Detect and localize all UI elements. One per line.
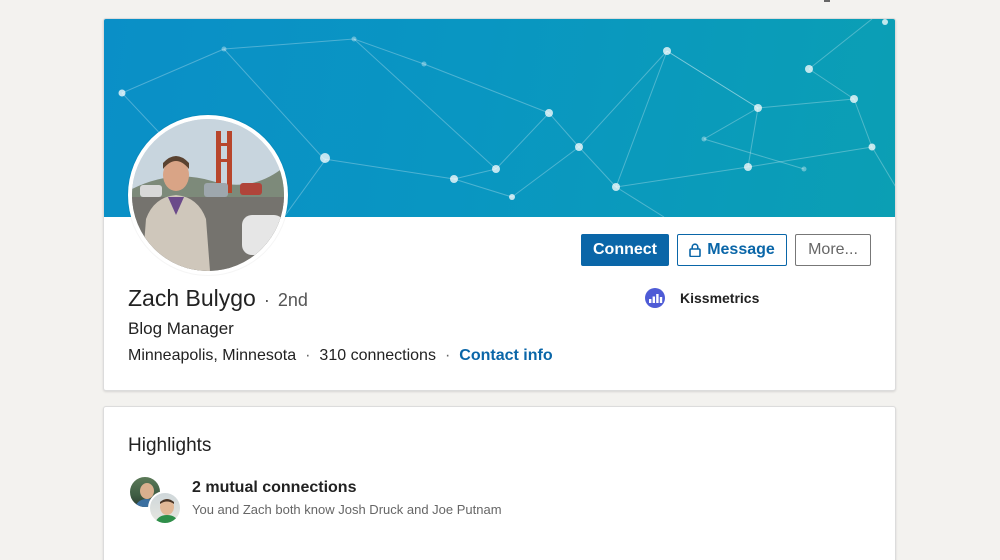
mutual-connections-subtitle: You and Zach both know Josh Druck and Jo…	[192, 502, 502, 517]
name-separator: ·	[263, 290, 270, 310]
profile-headline: Blog Manager	[128, 319, 234, 338]
avatar-illustration	[132, 119, 284, 271]
profile-actions: Connect Message More...	[581, 234, 871, 266]
connect-button[interactable]: Connect	[581, 234, 669, 266]
highlights-title: Highlights	[128, 435, 212, 456]
more-button[interactable]: More...	[795, 234, 871, 266]
avatar-illustration	[155, 499, 179, 523]
highlights-card: Highlights 2 mutual connections You and …	[103, 406, 896, 560]
current-company[interactable]: Kissmetrics	[644, 287, 759, 309]
company-name: Kissmetrics	[680, 290, 760, 306]
connections-count[interactable]: 310 connections	[319, 347, 436, 365]
top-edge-mark	[824, 0, 830, 2]
profile-location: Minneapolis, Minnesota	[128, 347, 297, 364]
mutual-connections-title: 2 mutual connections	[192, 479, 357, 496]
profile-meta: Minneapolis, Minnesota · 310 connections…	[128, 347, 553, 365]
avatar-photo	[132, 119, 284, 271]
contact-info-link[interactable]: Contact info	[459, 347, 552, 365]
meta-separator: ·	[444, 347, 451, 364]
profile-card: Connect Message More... Zach Bulygo · 2n…	[103, 18, 896, 391]
name-row: Zach Bulygo · 2nd	[128, 285, 308, 312]
message-button-label: Message	[707, 241, 775, 258]
profile-name: Zach Bulygo	[128, 285, 256, 311]
lock-icon	[689, 243, 702, 257]
profile-avatar[interactable]	[128, 115, 288, 275]
meta-separator: ·	[305, 347, 311, 364]
kissmetrics-logo-icon	[645, 288, 665, 308]
mutual-connections[interactable]: 2 mutual connections You and Zach both k…	[128, 475, 728, 535]
connection-degree: 2nd	[277, 290, 308, 310]
message-button[interactable]: Message	[677, 234, 787, 266]
mutual-avatar-2	[148, 491, 182, 525]
